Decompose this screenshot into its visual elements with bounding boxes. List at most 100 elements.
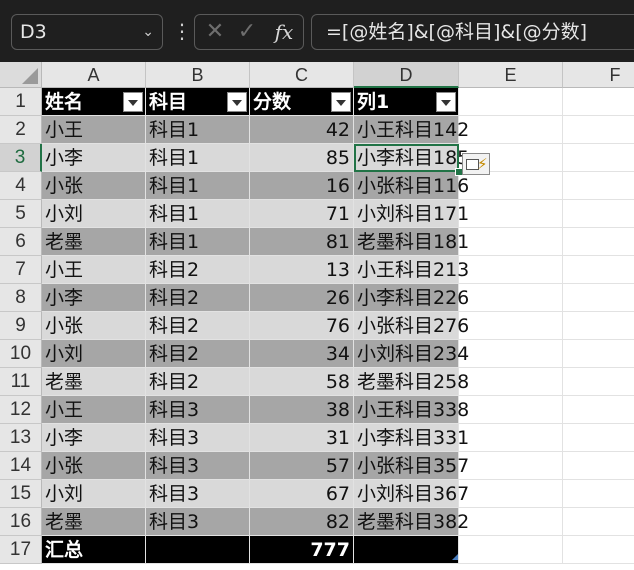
empty-cell[interactable] — [563, 172, 634, 200]
concat-result-cell[interactable]: 老墨科目258 — [354, 368, 469, 396]
table-cell[interactable]: 小刘 — [42, 480, 146, 508]
concat-result-cell[interactable]: 小李科目331 — [354, 424, 469, 452]
table-cell[interactable]: 小刘 — [42, 200, 146, 228]
empty-cell[interactable] — [459, 116, 563, 144]
empty-cell[interactable] — [563, 144, 634, 172]
row-header-13[interactable]: 13 — [0, 424, 42, 452]
empty-cell[interactable] — [459, 424, 563, 452]
row-header-9[interactable]: 9 — [0, 312, 42, 340]
table-cell[interactable]: 科目3 — [146, 452, 250, 480]
empty-cell[interactable] — [563, 424, 634, 452]
table-cell[interactable]: 76 — [250, 312, 354, 340]
concat-result-cell[interactable]: 小张科目357 — [354, 452, 469, 480]
table-cell[interactable]: 小李 — [42, 424, 146, 452]
table-cell[interactable]: 85 — [250, 144, 354, 172]
table-cell[interactable]: 81 — [250, 228, 354, 256]
table-cell[interactable]: 科目2 — [146, 284, 250, 312]
row-header-17[interactable]: 17 — [0, 536, 42, 564]
table-cell[interactable]: 老墨 — [42, 368, 146, 396]
total-empty-cell[interactable] — [354, 536, 459, 564]
table-cell[interactable]: 科目1 — [146, 144, 250, 172]
table-cell[interactable]: 26 — [250, 284, 354, 312]
filter-dropdown-icon[interactable] — [436, 92, 456, 112]
empty-cell[interactable] — [563, 256, 634, 284]
filter-dropdown-icon[interactable] — [123, 92, 143, 112]
table-cell[interactable]: 小李 — [42, 144, 146, 172]
empty-cell[interactable] — [563, 228, 634, 256]
table-cell[interactable]: 科目3 — [146, 424, 250, 452]
concat-result-cell[interactable]: 小刘科目367 — [354, 480, 469, 508]
empty-cell[interactable] — [563, 116, 634, 144]
flash-fill-options-button[interactable]: ⚡ — [462, 153, 490, 175]
table-cell[interactable]: 57 — [250, 452, 354, 480]
table-cell[interactable]: 老墨 — [42, 508, 146, 536]
table-cell[interactable]: 科目2 — [146, 256, 250, 284]
empty-cell[interactable] — [563, 312, 634, 340]
column-header-a[interactable]: A — [42, 62, 146, 88]
empty-cell[interactable] — [459, 256, 563, 284]
empty-cell[interactable] — [563, 284, 634, 312]
concat-result-cell[interactable]: 小王科目338 — [354, 396, 469, 424]
concat-result-cell[interactable]: 小刘科目171 — [354, 200, 469, 228]
table-cell[interactable]: 13 — [250, 256, 354, 284]
table-cell[interactable]: 67 — [250, 480, 354, 508]
total-label-cell[interactable]: 汇总 — [42, 536, 146, 564]
close-icon[interactable]: ✕ — [201, 15, 229, 49]
row-header-10[interactable]: 10 — [0, 340, 42, 368]
empty-cell[interactable] — [459, 200, 563, 228]
table-cell[interactable]: 科目1 — [146, 228, 250, 256]
empty-cell[interactable] — [459, 340, 563, 368]
column-header-c[interactable]: C — [250, 62, 354, 88]
filter-dropdown-icon[interactable] — [331, 92, 351, 112]
empty-cell[interactable] — [459, 172, 563, 200]
empty-cell[interactable] — [459, 312, 563, 340]
empty-cell[interactable] — [459, 284, 563, 312]
column-header-d[interactable]: D — [354, 62, 459, 88]
column-header-e[interactable]: E — [459, 62, 563, 88]
check-icon[interactable]: ✓ — [233, 15, 261, 49]
empty-cell[interactable] — [459, 88, 563, 116]
table-cell[interactable]: 小王 — [42, 256, 146, 284]
table-cell[interactable]: 科目1 — [146, 172, 250, 200]
table-cell[interactable]: 小李 — [42, 284, 146, 312]
empty-cell[interactable] — [459, 508, 563, 536]
table-cell[interactable]: 科目3 — [146, 508, 250, 536]
empty-cell[interactable] — [563, 536, 634, 564]
row-header-16[interactable]: 16 — [0, 508, 42, 536]
concat-result-cell[interactable]: 小李科目226 — [354, 284, 469, 312]
row-header-2[interactable]: 2 — [0, 116, 42, 144]
empty-cell[interactable] — [459, 452, 563, 480]
table-cell[interactable]: 小张 — [42, 452, 146, 480]
formula-input[interactable]: =[@姓名]&[@科目]&[@分数] — [311, 14, 634, 50]
total-empty-cell[interactable] — [146, 536, 250, 564]
table-header-cell[interactable]: 科目 — [146, 88, 250, 116]
table-cell[interactable]: 科目2 — [146, 312, 250, 340]
row-header-5[interactable]: 5 — [0, 200, 42, 228]
empty-cell[interactable] — [563, 88, 634, 116]
empty-cell[interactable] — [563, 200, 634, 228]
table-cell[interactable]: 小张 — [42, 172, 146, 200]
row-header-12[interactable]: 12 — [0, 396, 42, 424]
row-header-7[interactable]: 7 — [0, 256, 42, 284]
chevron-down-icon[interactable]: ⌄ — [142, 15, 154, 49]
table-cell[interactable]: 小王 — [42, 116, 146, 144]
table-header-cell[interactable]: 列1 — [354, 88, 459, 116]
concat-result-cell[interactable]: 小张科目116 — [354, 172, 469, 200]
concat-result-cell[interactable]: 小刘科目234 — [354, 340, 469, 368]
empty-cell[interactable] — [459, 228, 563, 256]
concat-result-cell[interactable]: 小李科目185 — [354, 144, 469, 172]
table-header-cell[interactable]: 姓名 — [42, 88, 146, 116]
filter-dropdown-icon[interactable] — [227, 92, 247, 112]
table-cell[interactable]: 科目2 — [146, 340, 250, 368]
concat-result-cell[interactable]: 老墨科目382 — [354, 508, 469, 536]
empty-cell[interactable] — [459, 368, 563, 396]
table-cell[interactable]: 42 — [250, 116, 354, 144]
table-cell[interactable]: 58 — [250, 368, 354, 396]
vertical-dots-icon[interactable]: ⋮ — [172, 14, 192, 50]
table-cell[interactable]: 科目2 — [146, 368, 250, 396]
row-header-15[interactable]: 15 — [0, 480, 42, 508]
empty-cell[interactable] — [563, 368, 634, 396]
concat-result-cell[interactable]: 老墨科目181 — [354, 228, 469, 256]
row-header-8[interactable]: 8 — [0, 284, 42, 312]
table-cell[interactable]: 82 — [250, 508, 354, 536]
